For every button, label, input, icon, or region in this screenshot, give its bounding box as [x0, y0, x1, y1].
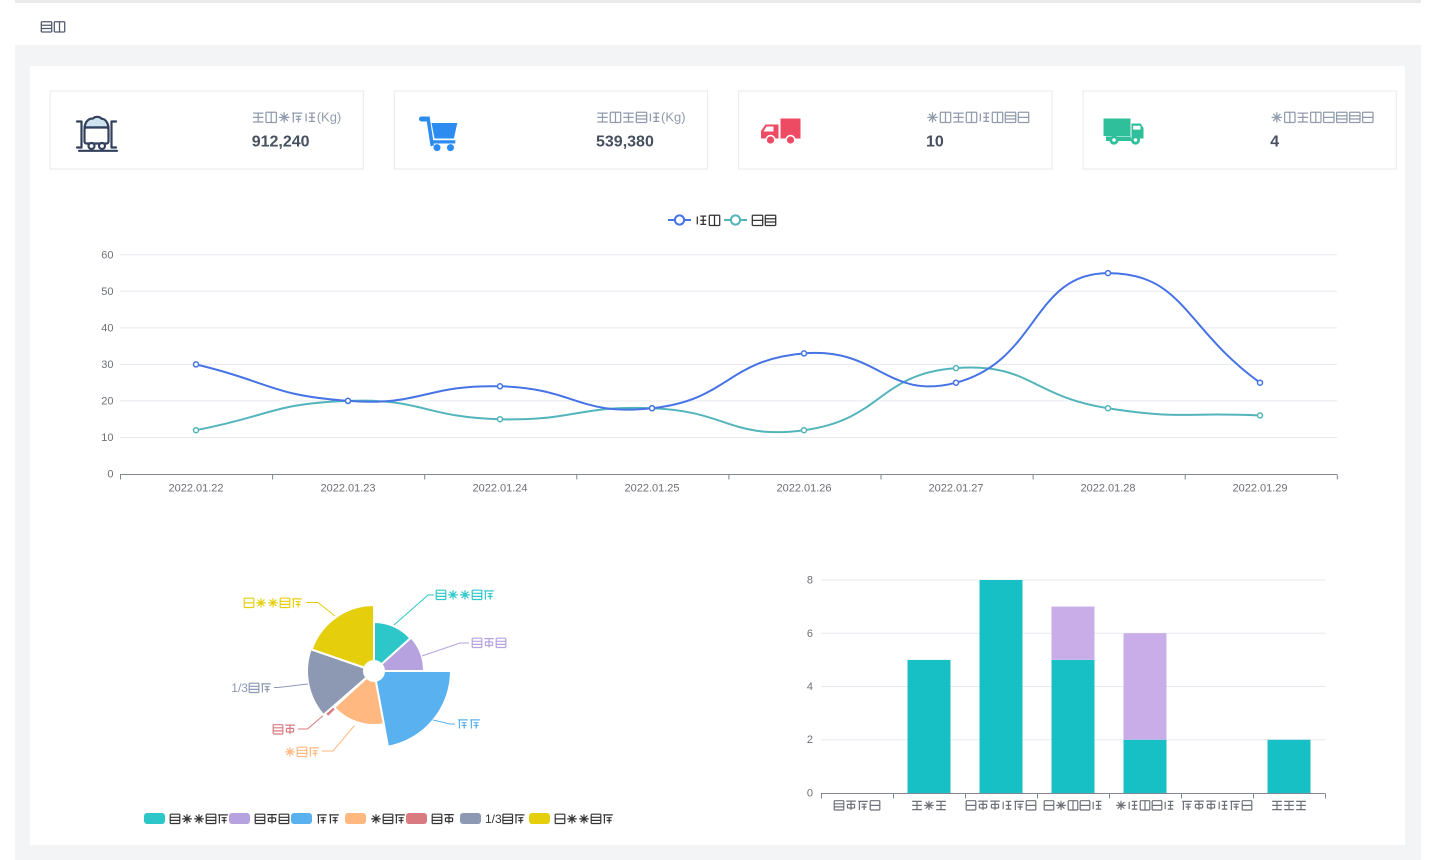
- svg-text:2022.01.29: 2022.01.29: [1232, 483, 1287, 495]
- svg-text:0: 0: [807, 788, 813, 800]
- svg-text:2022.01.22: 2022.01.22: [168, 483, 223, 495]
- svg-text:2022.01.28: 2022.01.28: [1080, 483, 1135, 495]
- svg-text:(Kg): (Kg): [661, 110, 686, 125]
- svg-text:2022.01.23: 2022.01.23: [320, 483, 375, 495]
- svg-text:2022.01.27: 2022.01.27: [928, 483, 983, 495]
- svg-text:10: 10: [101, 432, 113, 444]
- svg-text:(Kg): (Kg): [317, 110, 342, 125]
- svg-text:2022.01.25: 2022.01.25: [624, 483, 679, 495]
- svg-text:0: 0: [107, 469, 113, 481]
- svg-text:30: 30: [101, 359, 113, 371]
- svg-text:912,240: 912,240: [252, 134, 310, 151]
- svg-text:40: 40: [101, 322, 113, 334]
- svg-text:2022.01.26: 2022.01.26: [776, 483, 831, 495]
- svg-text:1/3: 1/3: [231, 681, 248, 695]
- svg-text:4: 4: [807, 681, 813, 693]
- svg-text:10: 10: [926, 134, 944, 151]
- svg-text:20: 20: [101, 395, 113, 407]
- svg-text:4: 4: [1270, 134, 1279, 151]
- svg-text:2: 2: [807, 734, 813, 746]
- svg-text:1/3: 1/3: [485, 812, 502, 826]
- svg-text:60: 60: [101, 249, 113, 261]
- svg-text:6: 6: [807, 628, 813, 640]
- svg-text:50: 50: [101, 286, 113, 298]
- svg-text:2022.01.24: 2022.01.24: [472, 483, 527, 495]
- svg-text:8: 8: [807, 575, 813, 587]
- svg-text:539,380: 539,380: [596, 134, 654, 151]
